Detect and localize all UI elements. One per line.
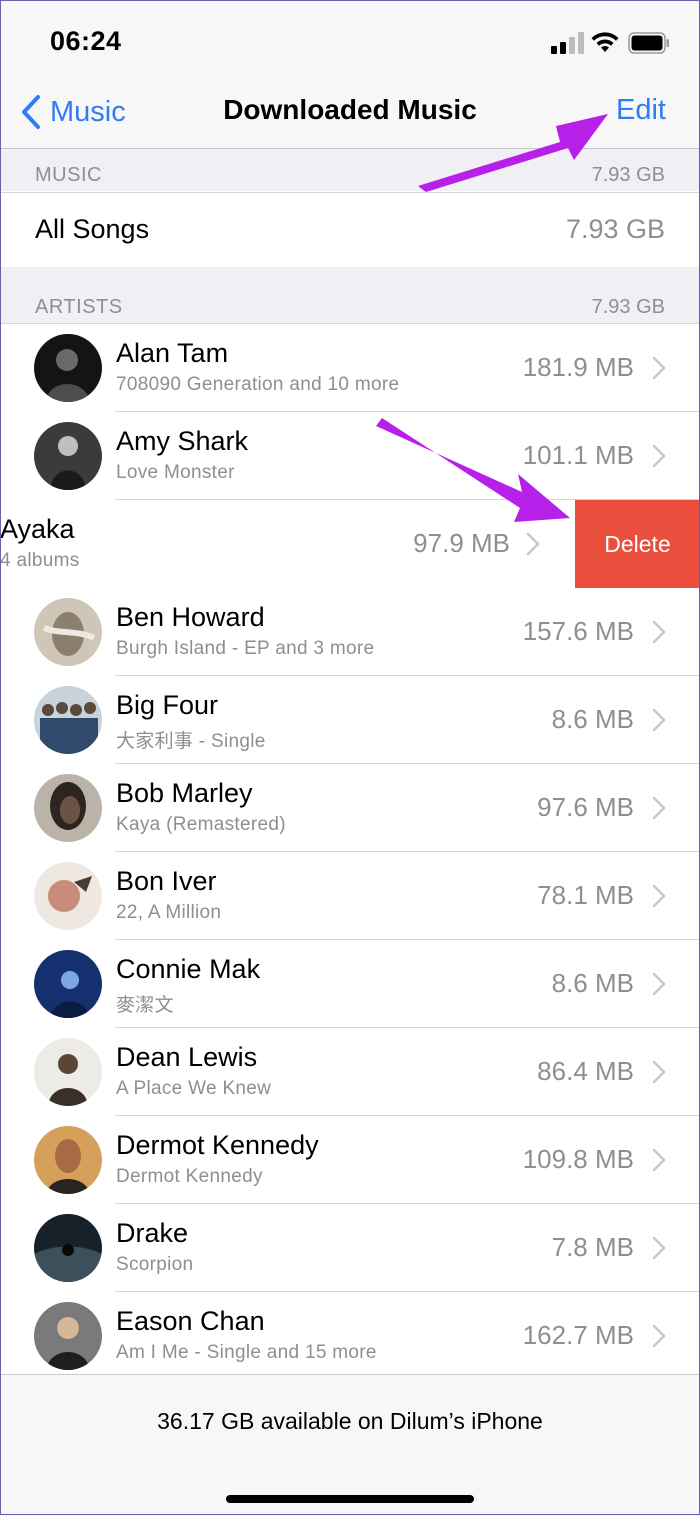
storage-footer: 36.17 GB available on Dilum’s iPhone [0, 1374, 700, 1516]
artist-name: Alan Tam [116, 338, 229, 368]
artist-row-bob-marley[interactable]: Bob Marley Kaya (Remastered) 97.6 MB [0, 764, 700, 852]
artist-avatar [34, 1214, 102, 1282]
chevron-right-icon [526, 532, 540, 556]
artist-size: 86.4 MB [537, 1056, 634, 1086]
artist-subtitle: Dermot Kennedy [116, 1166, 263, 1187]
artist-row-connie-mak[interactable]: Connie Mak 麥潔文 8.6 MB [0, 940, 700, 1028]
chevron-right-icon [652, 1060, 666, 1084]
all-songs-row[interactable]: All Songs 7.93 GB [0, 192, 700, 268]
artist-subtitle: Am I Me - Single and 15 more [116, 1342, 377, 1363]
status-time: 06:24 [50, 26, 122, 56]
wifi-icon [591, 32, 619, 52]
artist-row-ayaka[interactable]: Ayaka 4 albums 97.9 MB Delete [0, 500, 700, 588]
artist-subtitle: 22, A Million [116, 902, 222, 923]
artist-avatar [34, 862, 102, 930]
artist-avatar [34, 1302, 102, 1370]
status-bar: 06:24 [0, 0, 700, 80]
artist-size: 7.8 MB [551, 1232, 634, 1262]
home-indicator[interactable] [226, 1495, 474, 1503]
artist-row-big-four[interactable]: Big Four 大家利事 - Single 8.6 MB [0, 676, 700, 764]
annotation-arrow-delete [376, 418, 570, 522]
artists-section-title: ARTISTS [35, 296, 123, 318]
artist-name: Ayaka [0, 514, 75, 544]
chevron-right-icon [652, 356, 666, 380]
chevron-right-icon [652, 972, 666, 996]
artists-section-size: 7.93 GB [591, 296, 665, 318]
storage-available-text: 36.17 GB available on Dilum’s iPhone [157, 1408, 543, 1434]
artist-avatar [34, 422, 102, 490]
artist-name: Bob Marley [116, 778, 253, 808]
artist-name: Dermot Kennedy [116, 1130, 319, 1160]
artist-row-amy-shark[interactable]: Amy Shark Love Monster 101.1 MB [0, 412, 700, 500]
chevron-right-icon [652, 796, 666, 820]
artist-row-bon-iver[interactable]: Bon Iver 22, A Million 78.1 MB [0, 852, 700, 940]
artist-avatar [34, 598, 102, 666]
artist-subtitle: 708090 Generation and 10 more [116, 374, 400, 395]
artist-subtitle: A Place We Knew [116, 1078, 272, 1099]
artist-name: Drake [116, 1218, 189, 1248]
artist-avatar [34, 1038, 102, 1106]
artist-subtitle: Kaya (Remastered) [116, 814, 286, 835]
artist-name: Eason Chan [116, 1306, 265, 1336]
artist-row-alan-tam[interactable]: Alan Tam 708090 Generation and 10 more 1… [0, 324, 700, 412]
artist-subtitle: Scorpion [116, 1254, 194, 1275]
artist-name: Big Four [116, 690, 219, 720]
artist-name: Connie Mak [116, 954, 261, 984]
artist-avatar [34, 774, 102, 842]
battery-icon [628, 32, 669, 54]
all-songs-size: 7.93 GB [565, 214, 665, 244]
chevron-right-icon [652, 1324, 666, 1348]
artist-name: Ben Howard [116, 602, 265, 632]
annotation-arrow-edit [418, 114, 608, 192]
artist-subtitle: 大家利事 - Single [116, 731, 266, 752]
artist-size: 8.6 MB [551, 968, 634, 998]
chevron-right-icon [652, 1148, 666, 1172]
delete-button[interactable]: Delete [575, 500, 700, 588]
artist-size: 97.6 MB [537, 792, 634, 822]
section-spacer [0, 267, 700, 282]
music-section-title: MUSIC [35, 164, 102, 186]
all-songs-label: All Songs [35, 214, 150, 244]
artist-subtitle: 4 albums [0, 550, 80, 571]
artist-row-ben-howard[interactable]: Ben Howard Burgh Island - EP and 3 more … [0, 588, 700, 676]
artist-row-dermot-kennedy[interactable]: Dermot Kennedy Dermot Kennedy 109.8 MB [0, 1116, 700, 1204]
artist-name: Bon Iver [116, 866, 217, 896]
chevron-right-icon [652, 444, 666, 468]
artist-subtitle: Burgh Island - EP and 3 more [116, 638, 375, 659]
chevron-right-icon [652, 884, 666, 908]
chevron-right-icon [652, 1236, 666, 1260]
artist-row-dean-lewis[interactable]: Dean Lewis A Place We Knew 86.4 MB [0, 1028, 700, 1116]
artist-size: 162.7 MB [522, 1320, 634, 1350]
artist-name: Amy Shark [116, 426, 249, 456]
artist-size: 181.9 MB [522, 352, 634, 382]
artist-size: 157.6 MB [522, 616, 634, 646]
artist-size: 109.8 MB [522, 1144, 634, 1174]
artist-avatar [34, 686, 102, 754]
artist-name: Dean Lewis [116, 1042, 258, 1072]
edit-button[interactable]: Edit [616, 94, 666, 127]
artist-size: 78.1 MB [537, 880, 634, 910]
artist-subtitle: Love Monster [116, 462, 235, 483]
cellular-signal-icon [551, 32, 584, 54]
artist-row-eason-chan[interactable]: Eason Chan Am I Me - Single and 15 more … [0, 1292, 700, 1380]
artist-size: 8.6 MB [551, 704, 634, 734]
artist-list: Alan Tam 708090 Generation and 10 more 1… [0, 324, 700, 1380]
chevron-right-icon [652, 708, 666, 732]
artists-section-header: ARTISTS 7.93 GB [0, 281, 700, 323]
chevron-right-icon [652, 620, 666, 644]
artist-size: 97.9 MB [413, 528, 510, 558]
artist-avatar [34, 950, 102, 1018]
artist-avatar [34, 1126, 102, 1194]
artist-row-drake[interactable]: Drake Scorpion 7.8 MB [0, 1204, 700, 1292]
artist-subtitle: 麥潔文 [116, 995, 174, 1016]
artist-avatar [34, 334, 102, 402]
